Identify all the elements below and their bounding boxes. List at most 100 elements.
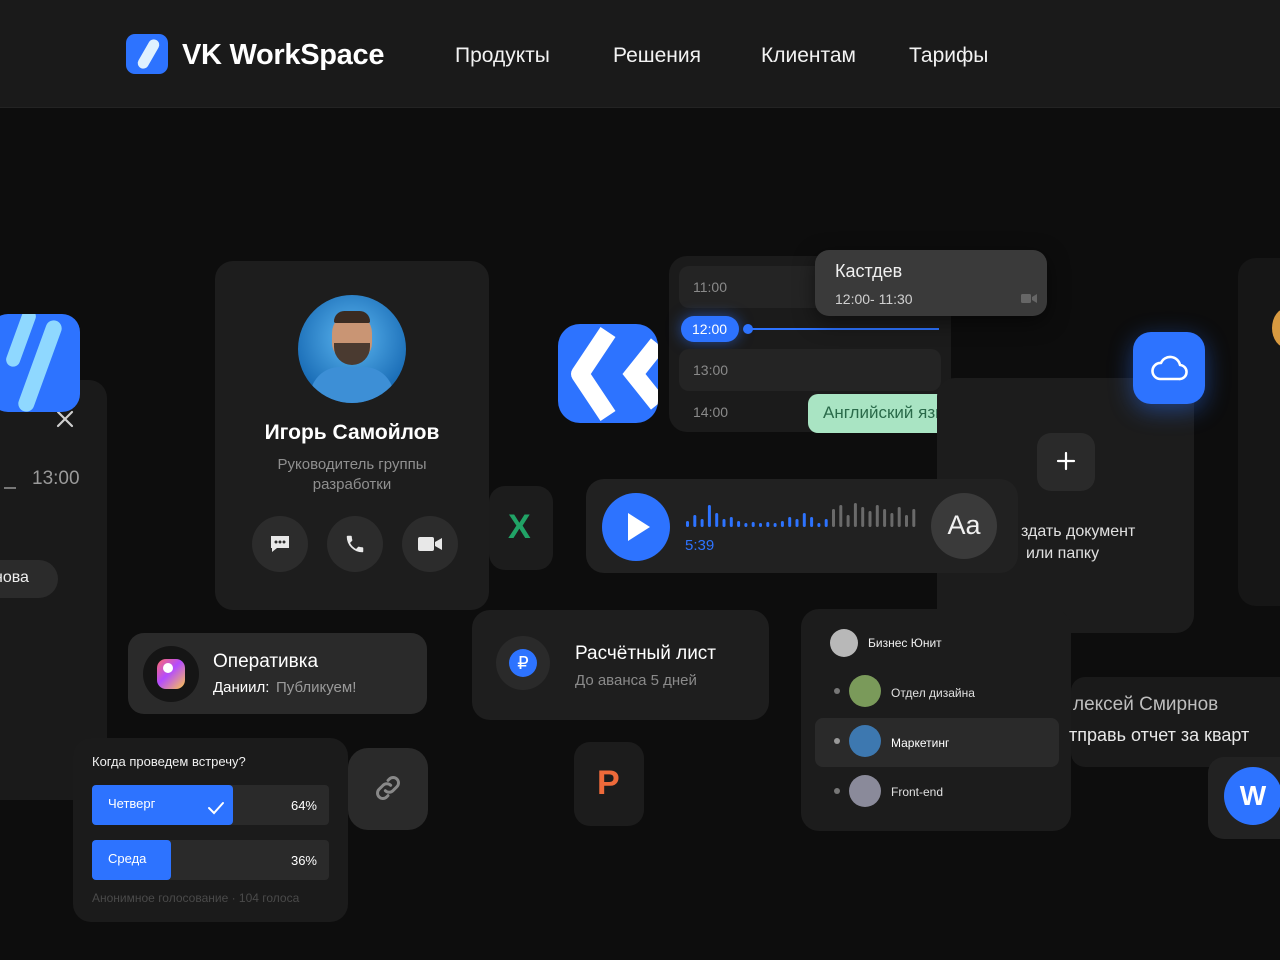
payslip-subtitle: До аванса 5 дней [575,672,697,689]
nav-pricing[interactable]: Тарифы [909,44,988,68]
event-popup[interactable]: Кастдев 12:00- 11:30 [815,250,1047,316]
chat-preview-card[interactable]: Оперативка Даниил: Публикуем! [128,633,427,714]
text-format-button[interactable]: Aa [931,493,997,559]
event-english-title: Английский язык [823,403,955,422]
waveform-bar [890,513,894,527]
message-text: тправь отчет за кварт [1069,725,1250,745]
chat-author: Даниил: [213,679,270,696]
waveform-bar [700,519,704,527]
poll-footer: Анонимное голосование · 104 голоса [92,891,300,905]
excel-tile[interactable]: X [489,486,553,570]
payslip-card[interactable]: ₽ Расчётный лист До аванса 5 дней [472,610,769,720]
brand-name[interactable]: VK WorkSpace [182,39,384,72]
upload-text-line2: или папку [1026,545,1100,562]
tree-bullet [834,788,840,794]
close-icon[interactable] [56,410,74,428]
event-time: 13:00 [32,468,80,489]
avatar [849,775,881,807]
time-label: 11:00 [693,279,727,295]
waveform-bar [729,517,733,527]
ruble-icon: ₽ [509,649,537,677]
waveform-bar [788,517,792,527]
nav-solutions[interactable]: Решения [613,44,701,68]
app-logo-tile-icon[interactable] [0,314,80,412]
event-popup-time: 12:00- 11:30 [835,291,913,307]
attendee-chip-label: нова [0,569,29,586]
video-call-button[interactable] [402,516,458,572]
message-preview-card[interactable]: лексей Смирнов тправь отчет за кварт [1069,677,1280,767]
contact-role-line2: разработки [312,476,392,493]
waveform-bar [766,522,770,527]
waveform-bar [773,523,777,527]
time-dash [4,487,16,489]
nav-products[interactable]: Продукты [455,44,550,68]
poll-option-thursday[interactable]: Четверг 64% [92,785,329,825]
waveform-bar [861,507,865,527]
group-label[interactable]: Отдел дизайна [891,686,975,700]
waveform-bar [912,509,916,527]
waveform-bar [686,521,689,527]
checkmark-icon [207,801,225,815]
nav-clients[interactable]: Клиентам [761,44,856,68]
vk-workspace-logo-icon[interactable] [126,34,168,74]
waveform-bar [810,517,814,527]
waveform-bar [817,523,821,527]
cloud-icon [1149,352,1189,382]
waveform-bar [802,513,806,527]
avatar [849,725,881,757]
contact-name: Игорь Самойлов [264,421,440,444]
word-tile[interactable]: W [1208,757,1280,839]
site-header: VK WorkSpace Продукты Решения Клиентам Т… [0,0,1280,108]
video-camera-icon [1021,293,1037,304]
play-button[interactable] [602,493,670,561]
voice-message-card: 5:39 Aa [586,479,1018,573]
time-label: 14:00 [693,404,729,420]
excel-icon: X [508,508,531,546]
waveform-bar [795,519,799,527]
now-indicator-line [751,328,939,330]
poll-option-label: Четверг [108,796,156,811]
cloud-tile[interactable] [1133,332,1205,404]
chat-message: Публикуем! [276,679,357,696]
waveform-bar [744,523,748,527]
left-event-card: 13:00 нова [0,380,107,800]
waveform-bar [737,521,741,527]
waveform-bar [693,515,697,527]
poll-option-percent: 64% [290,798,317,813]
link-tile[interactable] [348,748,428,830]
attendee-chip[interactable]: нова [0,560,58,598]
plus-icon [1056,451,1076,471]
waveform-bar [832,509,835,527]
word-icon: W [1224,767,1280,825]
tree-bullet [834,688,840,694]
avatar [1272,308,1280,348]
chat-button[interactable] [252,516,308,572]
waveform-bar [722,519,726,527]
group-label[interactable]: Бизнес Юнит [868,636,942,650]
waveform-bar [707,505,711,527]
upload-text-line1: здать документ [1021,523,1136,540]
poll-option-wednesday[interactable]: Среда 36% [92,840,329,880]
poll-question: Когда проведем встречу? [92,754,246,769]
call-button[interactable] [327,516,383,572]
message-sender: лексей Смирнов [1073,694,1219,715]
waveform-bar [715,513,719,527]
avatar[interactable] [298,295,406,403]
waveform-bar [846,515,850,527]
waveform-bar [883,509,887,527]
time-label: 12:00 [692,321,728,337]
group-label[interactable]: Маркетинг [891,736,949,750]
waveform-bar [759,523,762,527]
contact-role-line1: Руководитель группы [277,456,427,473]
mail-logo-icon[interactable] [558,324,658,423]
current-time-pill: 12:00 [681,316,739,342]
contact-card: Игорь Самойлов Руководитель группы разра… [215,261,489,610]
chat-avatar [143,646,199,702]
avatar [830,629,858,657]
group-label[interactable]: Front-end [891,785,943,799]
chat-bubble-icon [268,533,292,555]
add-button[interactable] [1037,433,1095,491]
powerpoint-tile[interactable]: P [574,742,644,826]
waveform-bar [868,511,872,527]
calendar-slot[interactable]: 13:00 [679,349,941,391]
